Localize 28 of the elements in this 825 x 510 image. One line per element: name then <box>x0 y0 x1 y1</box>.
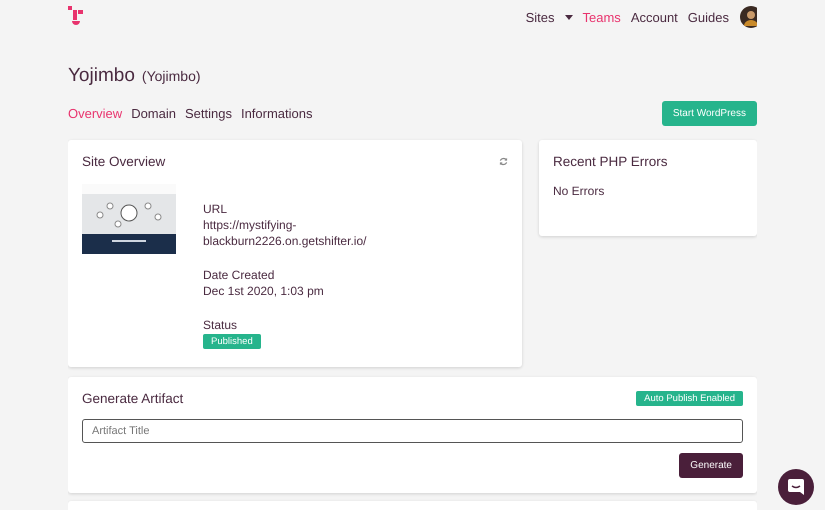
refresh-icon[interactable] <box>499 157 508 166</box>
field-value: https://mystifying-blackburn2226.on.getshifter.io/ <box>203 217 368 249</box>
site-name: Yojimbo <box>68 65 135 87</box>
generate-button[interactable]: Generate <box>679 453 743 478</box>
site-subtitle: (Yojimbo) <box>142 68 201 84</box>
field-label: Status <box>203 317 238 333</box>
card-title: Generate Artifact <box>82 391 184 406</box>
tab[interactable]: Informations <box>240 106 313 121</box>
nav-link[interactable]: Sites <box>526 10 573 24</box>
chat-icon <box>787 478 805 496</box>
artifact-title-field[interactable]: Artifact Title <box>82 419 743 443</box>
auto-publish-badge: Auto Publish Enabled <box>636 391 743 406</box>
nav-link[interactable]: Account <box>630 10 678 24</box>
tab[interactable]: Settings <box>184 106 232 121</box>
errors-message: No Errors <box>553 184 606 198</box>
tab[interactable]: Overview <box>68 106 122 121</box>
nav-link[interactable]: Guides <box>688 10 729 24</box>
card-title: Recent PHP Errors <box>553 154 669 169</box>
status-badge: Published <box>203 334 261 349</box>
field-value: Dec 1st 2020, 1:03 pm <box>203 283 325 299</box>
card-title: Site Overview <box>82 154 166 169</box>
nav-link[interactable]: Teams <box>582 10 621 24</box>
tab[interactable]: Domain <box>131 106 176 121</box>
avatar[interactable] <box>740 6 757 28</box>
chat-button[interactable] <box>778 469 814 505</box>
logo-icon[interactable] <box>68 6 84 26</box>
field-label: URL <box>203 201 228 217</box>
field-label: Date Created <box>203 267 276 283</box>
